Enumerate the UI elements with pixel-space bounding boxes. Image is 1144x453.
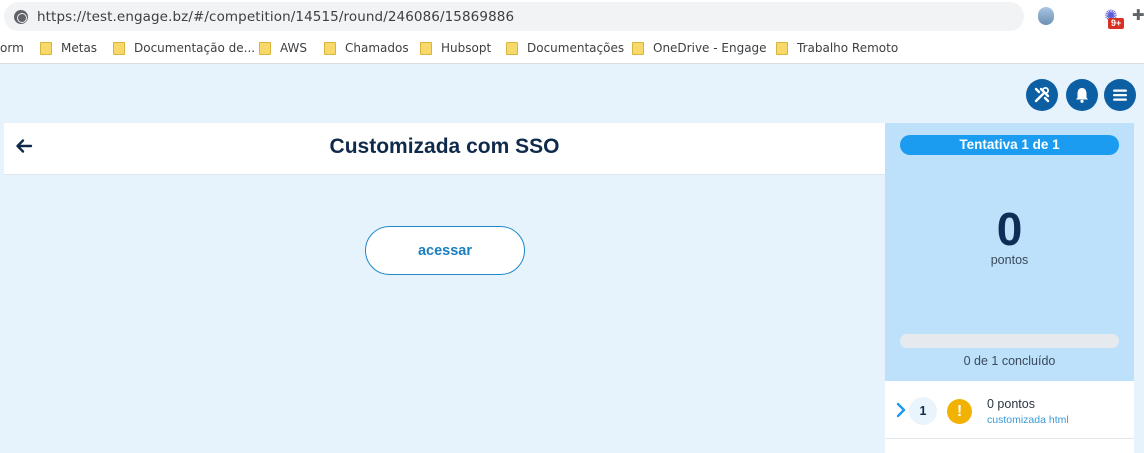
folder-icon (776, 41, 788, 55)
menu-button[interactable] (1104, 79, 1136, 111)
attempt-panel: Tentativa 1 de 1 0 pontos 0 de 1 concluí… (885, 123, 1134, 381)
bookmark-item[interactable]: OneDrive - Engage (632, 41, 767, 55)
address-bar[interactable]: https://test.engage.bz/#/competition/145… (4, 2, 1024, 31)
bookmark-label: Documentação de... (134, 41, 256, 55)
bookmark-item[interactable]: Documentações (506, 41, 624, 55)
bookmark-label: Documentações (527, 41, 625, 55)
bookmark-item[interactable]: Chamados (324, 41, 409, 55)
bell-icon (1076, 88, 1088, 103)
notifications-button[interactable] (1066, 79, 1098, 111)
bookmark-item[interactable]: Hubsopt (420, 41, 491, 55)
bookmark-label: OneDrive - Engage (653, 41, 767, 55)
chevron-right-icon[interactable] (895, 402, 907, 418)
folder-icon (506, 41, 518, 55)
url-text[interactable]: https://test.engage.bz/#/competition/145… (37, 9, 514, 25)
item-points: 0 pontos (987, 397, 1035, 411)
bookmark-label: AWS (280, 41, 308, 55)
bookmark-label: orm (0, 41, 24, 55)
browser-toolbar: https://test.engage.bz/#/competition/145… (0, 0, 1144, 34)
bookmark-label: Metas (61, 41, 98, 55)
bookmark-item[interactable]: Documentação de... (113, 41, 255, 55)
score-value: 0 (996, 203, 1023, 255)
shield-extension-icon[interactable] (1038, 7, 1054, 25)
puzzle-icon[interactable]: ✚ (1132, 8, 1144, 24)
card-header: Customizada com SSO (4, 123, 885, 175)
item-name[interactable]: customizada html (987, 414, 1069, 426)
bookmark-label: Hubsopt (441, 41, 492, 55)
activity-list: 1 ! 0 pontos customizada html (885, 381, 1134, 453)
tools-button[interactable] (1026, 79, 1058, 111)
bookmarks-bar: orm Metas Documentação de... AWS Chamado… (0, 34, 1144, 64)
globe-icon (14, 9, 28, 24)
bookmark-item[interactable]: Metas (40, 41, 97, 55)
item-number: 1 (909, 397, 937, 425)
content-card: Customizada com SSO acessar (4, 123, 885, 453)
progress-bar (900, 334, 1119, 348)
warning-icon: ! (947, 399, 972, 424)
tools-icon (1034, 87, 1050, 103)
extension-badge: 9+ (1108, 18, 1125, 29)
hamburger-menu-icon (1113, 89, 1127, 101)
bookmark-label: Trabalho Remoto (797, 41, 899, 55)
bookmark-item[interactable]: Trabalho Remoto (776, 41, 898, 55)
bookmark-item[interactable]: AWS (259, 41, 307, 55)
progress-text: 0 de 1 concluído (963, 354, 1056, 368)
folder-icon (259, 41, 271, 55)
folder-icon (113, 41, 125, 55)
folder-icon (324, 41, 336, 55)
folder-icon (40, 41, 52, 55)
folder-icon (632, 41, 644, 55)
access-button[interactable]: acessar (365, 226, 525, 275)
list-item[interactable]: 1 ! 0 pontos customizada html (885, 381, 1134, 439)
folder-icon (420, 41, 432, 55)
page-title: Customizada com SSO (329, 135, 560, 158)
score-label: pontos (990, 253, 1029, 267)
bookmark-label: Chamados (345, 41, 409, 55)
bookmark-item[interactable]: orm (0, 41, 24, 55)
attempt-badge: Tentativa 1 de 1 (900, 135, 1119, 155)
